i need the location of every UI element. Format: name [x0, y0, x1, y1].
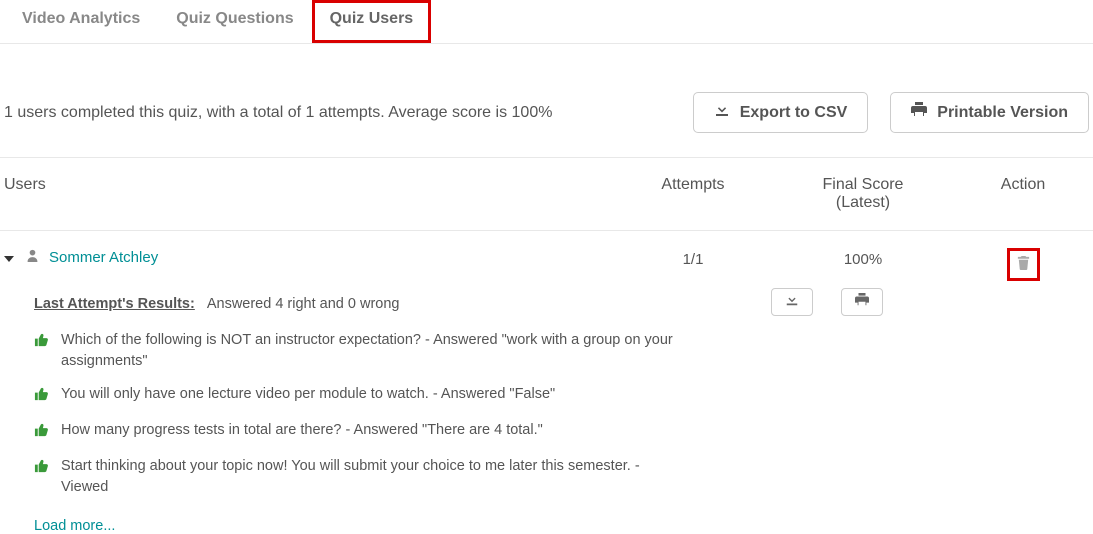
thumbs-up-icon: [34, 456, 49, 480]
user-icon: [26, 249, 39, 266]
print-icon: [855, 293, 869, 311]
download-icon: [785, 293, 799, 311]
thumbs-up-icon: [34, 384, 49, 408]
download-icon: [714, 102, 730, 123]
load-more-link[interactable]: Load more...: [34, 518, 115, 534]
cell-attempts: 1/1: [613, 249, 773, 278]
printable-version-button[interactable]: Printable Version: [890, 92, 1089, 133]
question-text: Which of the following is NOT an instruc…: [61, 330, 674, 372]
cell-score: 100%: [773, 249, 953, 278]
question-text: Start thinking about your topic now! You…: [61, 456, 674, 498]
table-row: Sommer Atchley 1/1 100%: [0, 231, 1093, 278]
question-text: You will only have one lecture video per…: [61, 384, 555, 405]
cell-action: [953, 249, 1093, 278]
question-result: Start thinking about your topic now! You…: [34, 456, 674, 498]
header-users: Users: [0, 176, 613, 212]
printable-label: Printable Version: [937, 104, 1068, 122]
table-header: Users Attempts Final Score (Latest) Acti…: [0, 157, 1093, 231]
header-final-score: Final Score (Latest): [773, 176, 953, 212]
tabs-bar: Video Analytics Quiz Questions Quiz User…: [0, 0, 1093, 44]
tab-video-analytics[interactable]: Video Analytics: [4, 0, 158, 43]
summary-row: 1 users completed this quiz, with a tota…: [0, 44, 1093, 157]
header-attempts: Attempts: [613, 176, 773, 212]
trash-icon: [1016, 255, 1031, 274]
summary-text: 1 users completed this quiz, with a tota…: [4, 104, 552, 122]
thumbs-up-icon: [34, 330, 49, 354]
last-attempt-label: Last Attempt's Results:: [34, 296, 195, 312]
tab-quiz-questions[interactable]: Quiz Questions: [158, 0, 311, 43]
user-name-link[interactable]: Sommer Atchley: [49, 249, 158, 266]
print-icon: [911, 102, 927, 123]
question-result: Which of the following is NOT an instruc…: [34, 330, 674, 372]
expand-caret-icon[interactable]: [4, 249, 16, 268]
last-attempt-summary: Answered 4 right and 0 wrong: [207, 296, 400, 312]
header-action: Action: [953, 176, 1093, 212]
question-text: How many progress tests in total are the…: [61, 420, 543, 441]
delete-button[interactable]: [1010, 251, 1037, 278]
download-attempt-button[interactable]: [771, 288, 813, 316]
export-csv-label: Export to CSV: [740, 104, 848, 122]
thumbs-up-icon: [34, 420, 49, 444]
question-result: How many progress tests in total are the…: [34, 420, 674, 444]
question-result: You will only have one lecture video per…: [34, 384, 674, 408]
attempt-details: Last Attempt's Results: Answered 4 right…: [0, 278, 1093, 534]
tab-quiz-users[interactable]: Quiz Users: [312, 0, 432, 43]
action-buttons: Export to CSV Printable Version: [693, 92, 1089, 133]
print-attempt-button[interactable]: [841, 288, 883, 316]
export-csv-button[interactable]: Export to CSV: [693, 92, 869, 133]
